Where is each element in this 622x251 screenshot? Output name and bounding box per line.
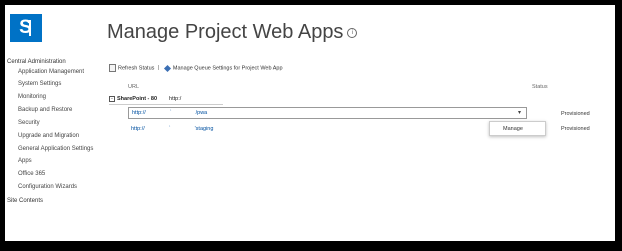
url-suffix: /pwa xyxy=(195,110,208,116)
sharepoint-logo[interactable]: S xyxy=(10,14,42,42)
group-divider xyxy=(109,104,223,105)
column-header-status[interactable]: Status xyxy=(532,84,548,90)
manage-menu-item[interactable]: Manage xyxy=(503,126,523,132)
app-window: S Manage Project Web Apps i Central Admin… xyxy=(5,5,615,241)
context-menu: Manage xyxy=(489,121,546,136)
nav-item-security[interactable]: Security xyxy=(5,120,105,127)
refresh-status-button[interactable]: Refresh Status xyxy=(118,65,154,71)
nav-central-administration[interactable]: Central Administration xyxy=(5,58,105,66)
url-redacted-mark: ` xyxy=(168,126,171,132)
page-title-text: Manage Project Web Apps xyxy=(107,21,344,43)
nav-item-application-management[interactable]: Application Management xyxy=(5,69,105,76)
status-cell: Provisioned xyxy=(561,126,590,132)
toolbar-separator: | xyxy=(157,65,160,72)
settings-pin-icon[interactable] xyxy=(163,64,171,72)
url-prefix: http:// xyxy=(132,110,146,116)
nav-item-monitoring[interactable]: Monitoring xyxy=(5,94,105,101)
status-cell: Provisioned xyxy=(561,111,590,117)
toolbar: Refresh Status | Manage Queue Settings f… xyxy=(109,64,283,72)
nav-item-upgrade-and-migration[interactable]: Upgrade and Migration xyxy=(5,133,105,140)
nav-item-configuration-wizards[interactable]: Configuration Wizards xyxy=(5,184,105,191)
group-value: http:/ xyxy=(169,96,182,103)
nav-item-office-365[interactable]: Office 365 xyxy=(5,171,105,178)
group-name: SharePoint - 80 xyxy=(117,96,158,103)
staging-url-link[interactable]: http:// ` 'staging xyxy=(131,126,213,132)
url-suffix: 'staging xyxy=(194,126,214,132)
sharepoint-logo-bar xyxy=(29,20,39,36)
nav-item-backup-and-restore[interactable]: Backup and Restore xyxy=(5,107,105,114)
info-icon[interactable]: i xyxy=(347,27,358,38)
collapse-icon[interactable]: − xyxy=(109,96,115,102)
nav-site-contents[interactable]: Site Contents xyxy=(5,197,105,205)
url-prefix: http:// xyxy=(131,126,145,132)
nav-item-general-application-settings[interactable]: General Application Settings xyxy=(5,146,105,153)
page-title: Manage Project Web Apps i xyxy=(107,21,358,44)
table-row-selected[interactable]: http:// ` /pwa ▾ xyxy=(128,107,527,119)
left-navigation: Central Administration Application Manag… xyxy=(5,58,105,205)
chevron-down-icon[interactable]: ▾ xyxy=(518,109,521,116)
nav-item-apps[interactable]: Apps xyxy=(5,158,105,165)
group-header-row: − SharePoint - 80 http:/ xyxy=(109,96,181,102)
pwa-url-link[interactable]: http:// ` /pwa xyxy=(132,110,207,116)
column-header-url[interactable]: URL xyxy=(128,84,139,90)
url-redacted-mark: ` xyxy=(169,110,172,116)
manage-queue-settings-button[interactable]: Manage Queue Settings for Project Web Ap… xyxy=(173,65,283,71)
nav-item-system-settings[interactable]: System Settings xyxy=(5,81,105,88)
refresh-icon[interactable] xyxy=(109,64,116,72)
